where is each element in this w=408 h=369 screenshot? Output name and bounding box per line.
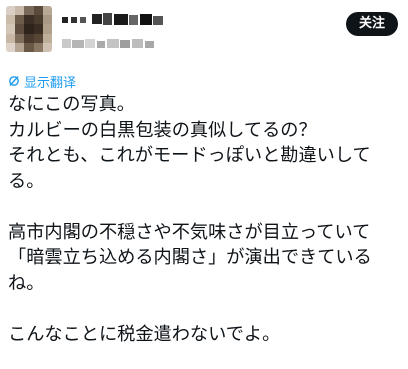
avatar-mosaic-block bbox=[42, 15, 52, 25]
avatar-mosaic-block bbox=[15, 15, 25, 25]
avatar-mosaic-block bbox=[42, 24, 52, 34]
avatar-mosaic-block bbox=[24, 6, 34, 16]
post-text-line: それとも、これがモードっぽいと勘違いして bbox=[8, 145, 371, 166]
post-text-line: こんなことに税金遣わないでよ。 bbox=[8, 323, 281, 345]
avatar-mosaic-block bbox=[24, 33, 34, 43]
avatar-mosaic-block bbox=[15, 42, 25, 52]
avatar-mosaic-block bbox=[6, 24, 16, 34]
avatar-mosaic-block bbox=[6, 15, 16, 25]
post-text-line: ね。 bbox=[8, 272, 45, 294]
avatar-mosaic-block bbox=[6, 42, 16, 52]
avatar-mosaic-block bbox=[15, 6, 25, 16]
avatar-mosaic-block bbox=[6, 6, 16, 16]
avatar-mosaic-block bbox=[33, 24, 43, 34]
post-text-line: 「暗雲立ち込める内閣さ」が演出できている bbox=[8, 247, 372, 268]
avatar[interactable] bbox=[6, 6, 52, 52]
post-text-line: 高市内閣の不穏さや不気味さが目立っていて bbox=[8, 221, 371, 243]
user-info[interactable] bbox=[62, 12, 182, 50]
avatar-mosaic-block bbox=[15, 24, 25, 34]
avatar-mosaic-block bbox=[42, 42, 52, 52]
post-header: 关注 bbox=[0, 0, 408, 62]
avatar-mosaic-block bbox=[33, 33, 43, 43]
show-translation-link[interactable]: 显示翻译 bbox=[8, 72, 76, 91]
translate-label[interactable]: 显示翻译 bbox=[24, 72, 76, 91]
avatar-mosaic-block bbox=[42, 33, 52, 43]
post-text-line: カルビーの白黒包装の真似してるの？ bbox=[8, 119, 317, 141]
avatar-mosaic-block bbox=[24, 42, 34, 52]
avatar-mosaic-block bbox=[15, 33, 25, 43]
post-text-line: なにこの写真。 bbox=[8, 94, 135, 115]
avatar-mosaic-block bbox=[24, 15, 34, 25]
avatar-mosaic-block bbox=[33, 15, 43, 25]
translate-icon bbox=[9, 76, 19, 86]
user-handle-blurred[interactable] bbox=[62, 38, 162, 50]
avatar-mosaic-block bbox=[42, 6, 52, 16]
follow-button[interactable]: 关注 bbox=[346, 12, 398, 36]
post-text: なにこの写真。 カルビーの白黒包装の真似してるの？ それとも、これがモードっぽい… bbox=[8, 92, 404, 347]
avatar-mosaic-block bbox=[6, 33, 16, 43]
avatar-mosaic-block bbox=[33, 42, 43, 52]
display-name-blurred[interactable] bbox=[62, 12, 172, 26]
post: 关注 显示翻译 なにこの写真。 カルビーの白黒包装の真似してるの？ それとも、こ… bbox=[0, 0, 408, 369]
avatar-mosaic-block bbox=[33, 6, 43, 16]
avatar-mosaic-block bbox=[24, 24, 34, 34]
post-text-line: る。 bbox=[8, 170, 45, 192]
